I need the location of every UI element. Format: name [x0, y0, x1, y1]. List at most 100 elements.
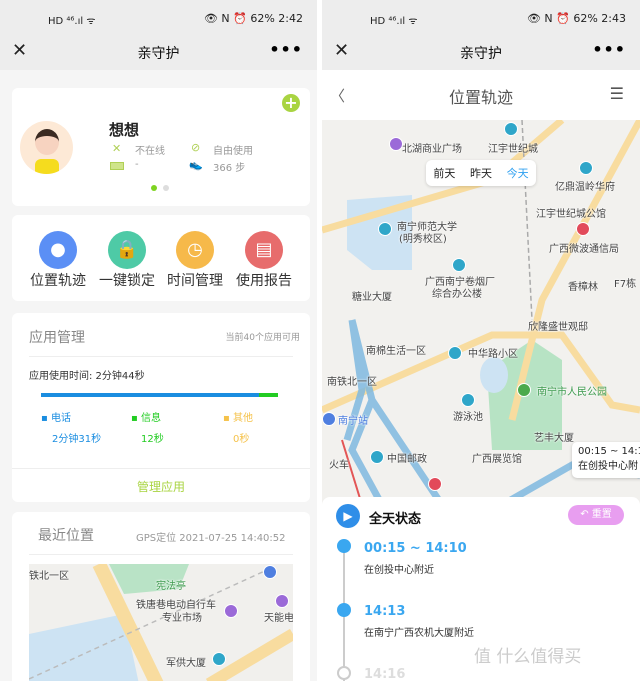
map-label: 广西展览馆	[472, 454, 522, 465]
building-pin-icon	[212, 652, 226, 666]
manage-apps-button[interactable]: 管理应用	[12, 478, 310, 495]
building-pin-icon	[448, 346, 462, 360]
map-label: 香樟林	[568, 282, 598, 293]
play-icon[interactable]: ▶	[336, 504, 360, 528]
track-map[interactable]: 前天 昨天 今天 北湖商业广场 江宇世纪城 亿鼎温岭华府 江宇世纪城公馆 南宁师…	[322, 120, 640, 505]
status-bar: HD ⁴⁶.ıl ᯤ 👁 N ⏰ 62% 2:43	[322, 0, 640, 34]
map-label: 亿鼎温岭华府	[555, 182, 615, 193]
feature-label: 时间管理	[167, 273, 223, 289]
map-label: 宪法亭	[156, 581, 186, 592]
feature-label: 使用报告	[236, 273, 292, 289]
section-title: 应用管理	[29, 330, 85, 346]
day-tab-before-yesterday[interactable]: 前天	[433, 165, 455, 181]
timeline-time: 14:13	[364, 604, 406, 619]
map-label: 江宇世纪城	[488, 144, 538, 155]
map-label: 南铁北一区	[327, 377, 377, 388]
train-pin-icon	[322, 412, 336, 426]
page-dot-active[interactable]	[151, 185, 157, 191]
profile-card: + 想想 ✕ 不在线 ⊘ 自由使用 - 👟 366 步	[12, 88, 310, 206]
shop-pin-icon	[224, 604, 238, 618]
feature-grid: ● 位置轨迹 🔒 一键锁定 ◷ 时间管理 ▤ 使用报告	[12, 215, 310, 301]
battery-icon	[110, 162, 124, 170]
usage-bar	[41, 393, 278, 397]
recent-location-card: 最近位置 GPS定位 2021-07-25 14:40:52 铁北一区 宪法亭 …	[12, 512, 310, 681]
building-pin-icon	[579, 161, 593, 175]
shop-pin-icon	[389, 137, 403, 151]
usage-total: 应用使用时间: 2分钟44秒	[29, 371, 145, 382]
track-title: 位置轨迹	[448, 88, 513, 107]
sms-time: 12秒	[141, 434, 164, 445]
track-header: 〈 位置轨迹 ☰	[322, 70, 640, 120]
status-icons: 👁 N ⏰ 62%	[203, 12, 275, 25]
popup-place: 在创投中心附	[578, 461, 638, 472]
left-screen: HD ⁴⁶.ıl ᯤ 👁 N ⏰ 62% 2:42 ✕ 亲守护 ••• + 想想…	[0, 0, 317, 681]
check-icon: ⊘	[191, 141, 201, 154]
shop-pin-icon	[275, 594, 289, 608]
phone-time: 2分钟31秒	[52, 434, 102, 445]
location-pin-icon: ●	[39, 231, 77, 269]
swimming-pin-icon	[461, 393, 475, 407]
timeline-dot	[337, 666, 351, 680]
menu-icon[interactable]: ☰	[610, 84, 624, 103]
shoe-icon: 👟	[189, 158, 203, 171]
building-pin-icon	[504, 122, 518, 136]
status-bar: HD ⁴⁶.ıl ᯤ 👁 N ⏰ 62% 2:42	[0, 0, 317, 34]
watermark: 值 什么值得买	[474, 647, 582, 667]
popup-time: 00:15 ~ 14:1	[578, 446, 640, 457]
child-name: 想想	[109, 121, 140, 139]
clock: 2:42	[278, 12, 303, 25]
map-label: 火车	[329, 460, 349, 471]
day-selector: 前天 昨天 今天	[426, 160, 536, 186]
other-time: 0秒	[233, 434, 250, 445]
legend-sms: ▪ 信息	[131, 413, 161, 424]
map-label: 江宇世纪城公馆	[536, 209, 606, 220]
map-label: (明秀校区)	[399, 234, 447, 245]
day-tab-yesterday[interactable]: 昨天	[470, 165, 492, 181]
more-icon[interactable]: •••	[269, 40, 303, 59]
lock-icon: 🔒	[108, 231, 146, 269]
map-label: 南宁站	[338, 416, 368, 427]
page-dot[interactable]	[163, 185, 169, 191]
building-pin-icon	[452, 258, 466, 272]
map-label: 中华路小区	[468, 349, 518, 360]
more-icon[interactable]: •••	[592, 40, 626, 59]
day-tab-today[interactable]: 今天	[507, 165, 529, 181]
usage-bar-sms	[259, 393, 278, 397]
map-label: 艺丰大厦	[534, 433, 574, 444]
section-title: 最近位置	[38, 528, 94, 544]
recent-map[interactable]: 铁北一区 宪法亭 铁唐巷电动自行车 专业市场 天能电池 军供大厦	[29, 564, 293, 681]
legend-other: ▪ 其他	[223, 413, 253, 424]
timeline-place: 在创投中心附近	[364, 565, 434, 576]
signal-icons: HD ⁴⁶.ıl ᯤ	[370, 16, 418, 27]
usage-mode: 自由使用	[213, 146, 253, 157]
reset-button[interactable]: ↶ 重置	[568, 505, 624, 525]
divider	[29, 356, 293, 357]
battery-level: -	[135, 159, 139, 170]
sheet-title: 全天状态	[369, 512, 422, 527]
status-icons: 👁 N ⏰ 62%	[526, 12, 598, 25]
map-label: 南宁市人民公园	[537, 387, 607, 398]
avatar[interactable]	[20, 121, 73, 174]
offline-icon: ✕	[112, 142, 122, 155]
signal-icons: HD ⁴⁶.ıl ᯤ	[48, 16, 96, 27]
map-label: 军供大厦	[166, 658, 206, 669]
clock: 2:43	[601, 12, 626, 25]
add-icon[interactable]: +	[282, 94, 300, 112]
map-label: 北湖商业广场	[402, 144, 462, 155]
apps-available: 当前40个应用可用	[225, 333, 300, 343]
park-pin-icon	[517, 383, 531, 397]
timeline-time: 14:16	[364, 667, 406, 681]
school-pin-icon	[378, 222, 392, 236]
legend-phone: ▪ 电话	[41, 413, 71, 424]
map-popup[interactable]: 00:15 ~ 14:1 在创投中心附	[572, 442, 640, 478]
online-status: 不在线	[135, 146, 165, 157]
map-label: 欣隆盛世观邸	[528, 322, 588, 333]
gps-timestamp: GPS定位 2021-07-25 14:40:52	[136, 533, 286, 544]
mail-pin-icon	[370, 450, 384, 464]
nav-bar: ✕ 亲守护 •••	[322, 34, 640, 70]
parking-pin-icon	[263, 565, 277, 579]
step-count: 366 步	[213, 163, 246, 174]
star-pin-icon	[576, 222, 590, 236]
day-status-sheet: ▶ 全天状态 ↶ 重置 00:15 ~ 14:10 在创投中心附近 14:13 …	[322, 497, 640, 681]
map-label: 南棉生活一区	[366, 346, 426, 357]
